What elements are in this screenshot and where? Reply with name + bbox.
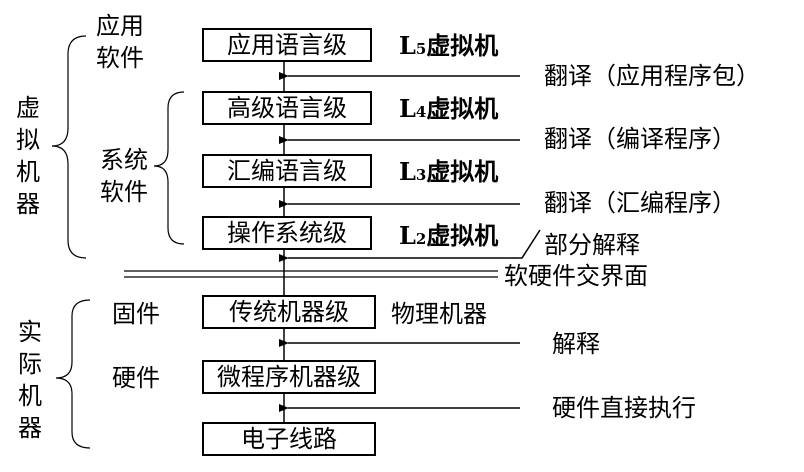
hw-sw-boundary-label: 软硬件交界面 <box>504 262 648 290</box>
system-software-brace <box>153 91 185 245</box>
group-firmware: 固件 <box>112 300 160 328</box>
vm-label-l5: L5虚拟机 <box>399 31 499 60</box>
level-box-conventional-machine: 传统机器级 <box>202 295 376 329</box>
group-virtual-machine: 虚拟机器 <box>16 94 40 218</box>
vm-label-l3: L3虚拟机 <box>399 157 499 186</box>
group-app-software-line1: 应用 <box>96 12 144 40</box>
transition-hardware-exec: 硬件直接执行 <box>552 394 696 422</box>
physical-machine-label: 物理机器 <box>391 300 487 328</box>
level-box-operating-system: 操作系统级 <box>202 216 372 250</box>
group-hardware: 硬件 <box>112 364 160 392</box>
transition-partial-interpret: 部分解释 <box>544 231 640 259</box>
group-app-software-line2: 软件 <box>96 44 144 72</box>
transition-translate-compiler: 翻译（编译程序） <box>544 125 736 153</box>
vm-label-l4: L4虚拟机 <box>399 94 499 123</box>
group-real-machine: 实际机器 <box>18 318 42 442</box>
transition-interpret: 解释 <box>552 330 600 358</box>
level-box-application-language: 应用语言级 <box>202 28 372 62</box>
level-box-microprogram-machine: 微程序机器级 <box>202 360 376 394</box>
virtual-machine-brace <box>51 35 87 259</box>
transition-translate-assembler: 翻译（汇编程序） <box>544 189 736 217</box>
group-system-software-line1: 系统 <box>100 146 148 174</box>
vm-label-l2: L2虚拟机 <box>399 221 499 250</box>
level-box-high-level-language: 高级语言级 <box>202 91 372 125</box>
real-machine-brace <box>55 299 91 449</box>
level-box-assembly-language: 汇编语言级 <box>202 154 372 188</box>
level-box-electronic-circuit: 电子线路 <box>202 422 376 456</box>
group-system-software-line2: 软件 <box>100 178 148 206</box>
transition-translate-app: 翻译（应用程序包） <box>544 62 760 90</box>
